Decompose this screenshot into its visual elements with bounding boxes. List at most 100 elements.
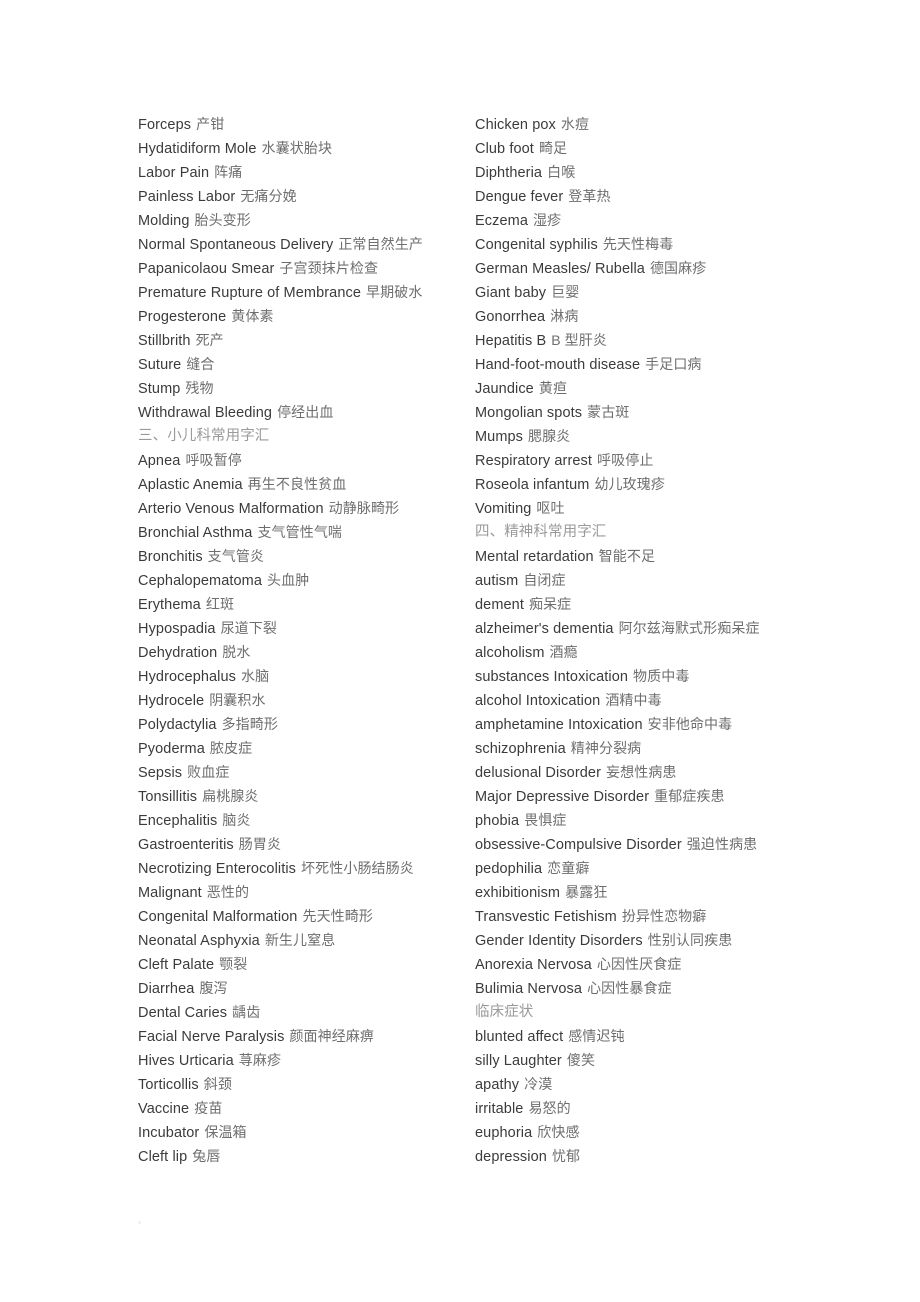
term-english: Hand-foot-mouth disease	[475, 357, 641, 373]
term-english: irritable	[475, 1101, 524, 1117]
term-english: Major Depressive Disorder	[475, 789, 650, 805]
term-chinese: 心因性暴食症	[587, 980, 672, 996]
glossary-entry: Chicken pox 水痘	[475, 112, 815, 136]
term-chinese: 蒙古斑	[587, 404, 630, 420]
term-english: Anorexia Nervosa	[475, 957, 592, 973]
term-english: alcoholism	[475, 645, 545, 661]
glossary-entry: Hydrocephalus 水脑	[138, 664, 473, 688]
term-chinese: 疫苗	[194, 1100, 223, 1116]
term-chinese: 痴呆症	[528, 596, 572, 612]
term-english: Mumps	[475, 429, 524, 445]
term-chinese: 酒精中毒	[605, 692, 662, 708]
term-english: silly Laughter	[475, 1053, 562, 1069]
term-chinese: 黄体素	[231, 308, 274, 324]
term-english: Polydactylia	[138, 717, 217, 733]
glossary-entry: Mumps 腮腺炎	[475, 424, 815, 448]
glossary-entry: Arterio Venous Malformation 动静脉畸形	[138, 496, 473, 520]
term-chinese: 无痛分娩	[240, 188, 297, 204]
term-chinese: 肠胃炎	[238, 836, 282, 852]
glossary-entry: silly Laughter 傻笑	[475, 1048, 815, 1072]
glossary-entry: Cephalopematoma 头血肿	[138, 568, 473, 592]
glossary-entry: Progesterone 黄体素	[138, 304, 473, 328]
term-chinese: 傻笑	[566, 1052, 596, 1068]
term-english: Papanicolaou Smear	[138, 261, 275, 277]
term-chinese: 产钳	[196, 116, 225, 132]
term-chinese: 阴囊积水	[209, 692, 266, 708]
glossary-entry: Hives Urticaria 荨麻疹	[138, 1048, 473, 1072]
term-english: Arterio Venous Malformation	[138, 501, 324, 517]
term-chinese: 多指畸形	[221, 716, 278, 732]
term-english: Cleft Palate	[138, 957, 215, 973]
glossary-entry: euphoria 欣快感	[475, 1120, 815, 1144]
glossary-entry: Torticollis 斜颈	[138, 1072, 473, 1096]
term-english: Gender Identity Disorders	[475, 933, 643, 949]
glossary-entry: delusional Disorder 妄想性病患	[475, 760, 815, 784]
glossary-entry: alcoholism 酒瘾	[475, 640, 815, 664]
term-chinese: 自闭症	[523, 572, 566, 588]
scan-artifact-dot	[138, 1221, 141, 1224]
glossary-entry: Congenital syphilis 先天性梅毒	[475, 232, 815, 256]
term-english: Vomiting	[475, 501, 532, 517]
term-chinese: 颜面神经麻痹	[289, 1028, 375, 1044]
term-chinese: 物质中毒	[633, 668, 690, 684]
document-page: Forceps 产钳 Hydatidiform Mole 水囊状胎块 Labor Pai…	[0, 0, 920, 1302]
term-chinese: 胎头变形	[194, 212, 251, 228]
glossary-entry: Cleft Palate 颚裂	[138, 952, 473, 976]
glossary-entry: Encephalitis 脑炎	[138, 808, 473, 832]
term-english: Diphtheria	[475, 165, 543, 181]
term-chinese: 巨婴	[551, 284, 580, 300]
glossary-entry: Molding 胎头变形	[138, 208, 473, 232]
glossary-entry: phobia 畏惧症	[475, 808, 815, 832]
glossary-entry: dement 痴呆症	[475, 592, 815, 616]
term-english: Malignant	[138, 885, 202, 901]
glossary-entry: Tonsillitis 扁桃腺炎	[138, 784, 473, 808]
glossary-entry: Vomiting 呕吐	[475, 496, 815, 520]
glossary-entry: Erythema 红斑	[138, 592, 473, 616]
glossary-entry: schizophrenia 精神分裂病	[475, 736, 815, 760]
term-english: German Measles/ Rubella	[475, 261, 645, 277]
glossary-entry: Diarrhea 腹泻	[138, 976, 473, 1000]
glossary-entry: Gastroenteritis 肠胃炎	[138, 832, 473, 856]
term-english: Bulimia Nervosa	[475, 981, 583, 997]
term-chinese: 德国麻疹	[649, 260, 707, 276]
term-english: Necrotizing Enterocolitis	[138, 861, 297, 877]
glossary-entry: Neonatal Asphyxia 新生儿窒息	[138, 928, 473, 952]
term-english: Erythema	[138, 597, 201, 613]
term-chinese: 白喉	[547, 164, 576, 180]
term-english: depression	[475, 1149, 547, 1165]
term-chinese: 黄疸	[538, 380, 568, 396]
term-chinese: 头血肿	[267, 572, 310, 588]
term-chinese: 恋童癖	[547, 860, 590, 876]
term-chinese: 龋齿	[232, 1004, 261, 1020]
term-chinese: 扮异性恋物癖	[621, 908, 707, 924]
glossary-entry: Major Depressive Disorder 重郁症疾患	[475, 784, 815, 808]
glossary-entry: Cleft lip 兔唇	[138, 1144, 473, 1168]
term-chinese: 心因性厌食症	[596, 956, 682, 972]
term-english: Hydrocele	[138, 693, 205, 709]
glossary-columns: Forceps 产钳 Hydatidiform Mole 水囊状胎块 Labor Pai…	[0, 112, 920, 1168]
term-chinese: 重郁症疾患	[654, 788, 725, 804]
term-english: autism	[475, 573, 519, 589]
term-english: euphoria	[475, 1125, 533, 1141]
term-english: Tonsillitis	[138, 789, 198, 805]
term-chinese: 尿道下裂	[220, 620, 277, 636]
glossary-column-right: Chicken pox 水痘 Club foot 畸足 Diphtheria 白喉 Deng…	[475, 112, 815, 1168]
term-english: Labor Pain	[138, 165, 210, 181]
glossary-entry: Suture 缝合	[138, 352, 473, 376]
term-chinese: 水痘	[560, 116, 590, 132]
glossary-entry: Hydrocele 阴囊积水	[138, 688, 473, 712]
term-chinese: 再生不良性贫血	[247, 476, 347, 492]
glossary-entry: obsessive-Compulsive Disorder 强迫性病患	[475, 832, 815, 856]
term-chinese: 淋病	[550, 308, 579, 324]
glossary-entry: Hydatidiform Mole 水囊状胎块	[138, 136, 473, 160]
term-english: substances Intoxication	[475, 669, 629, 685]
glossary-entry: Diphtheria 白喉	[475, 160, 815, 184]
glossary-entry: Apnea 呼吸暂停	[138, 448, 473, 472]
term-english: Forceps	[138, 117, 192, 133]
term-chinese: 脱水	[222, 644, 251, 660]
term-chinese: 荨麻疹	[238, 1052, 282, 1068]
glossary-entry: amphetamine Intoxication 安非他命中毒	[475, 712, 815, 736]
term-english: Hives Urticaria	[138, 1053, 234, 1069]
term-english: Cephalopematoma	[138, 573, 263, 589]
glossary-entry: pedophilia 恋童癖	[475, 856, 815, 880]
